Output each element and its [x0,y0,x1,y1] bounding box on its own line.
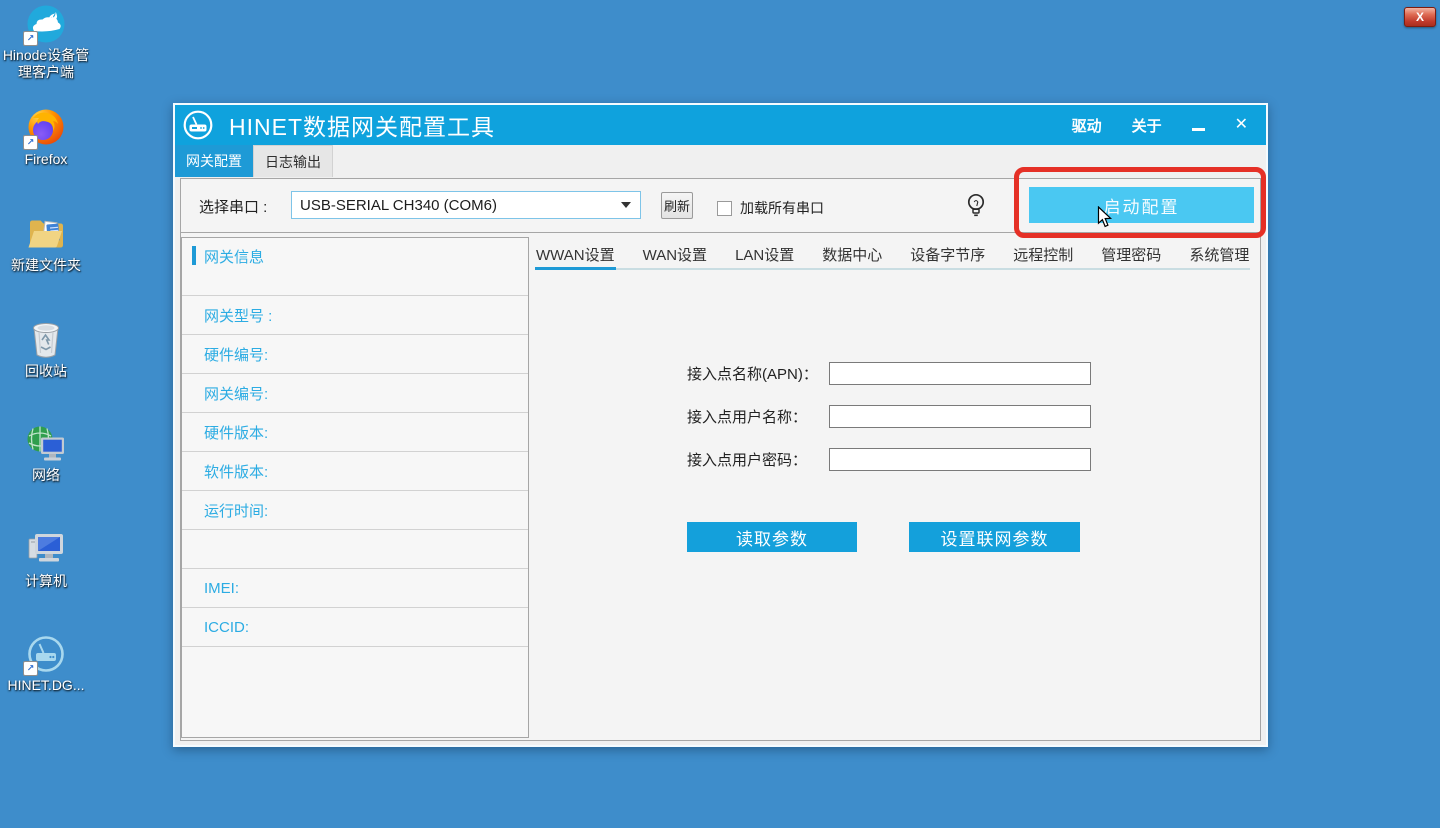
shortcut-arrow-icon: ↗ [23,135,38,150]
config-pane: WWAN设置 WAN设置 LAN设置 数据中心 设备字节序 远程控制 管理密码 … [533,232,1258,740]
chevron-down-icon [621,202,631,208]
info-row-model: 网关型号 : [182,296,528,335]
tab-system-management[interactable]: 系统管理 [1188,244,1250,268]
desktop-icon-label: HINET.DG... [0,677,92,694]
desktop-icon-recycle-bin[interactable]: 回收站 [0,320,92,380]
desktop-icon-firefox[interactable]: ↗ Firefox [0,108,92,168]
content-box: 选择串口 : USB-SERIAL CH340 (COM6) 刷新 加载所有串口… [180,178,1261,741]
folder-icon [26,214,66,254]
apn-username-label: 接入点用户名称： [687,406,829,427]
computer-icon [26,530,66,570]
serial-port-select[interactable]: USB-SERIAL CH340 (COM6) [291,191,641,219]
tab-wwan[interactable]: WWAN设置 [535,244,616,270]
serial-port-value: USB-SERIAL CH340 (COM6) [292,197,621,214]
shortcut-arrow-icon: ↗ [23,31,38,46]
apn-password-input[interactable] [829,448,1091,471]
recycle-bin-icon [26,320,66,360]
desktop-icon-hinode-client[interactable]: ↗ Hinode设备管理客户端 [0,4,92,81]
main-tab-bar: 网关配置 日志输出 [175,145,1266,177]
info-row-hw-version: 硬件版本: [182,413,528,452]
tab-data-center[interactable]: 数据中心 [821,244,883,268]
start-config-button[interactable]: 启动配置 [1029,187,1254,223]
desktop-icon-label: Firefox [0,151,92,168]
info-row-uptime: 运行时间: [182,491,528,530]
shortcut-arrow-icon: ↗ [23,661,38,676]
load-all-checkbox[interactable] [717,201,732,216]
tab-gateway-config[interactable]: 网关配置 [175,145,253,177]
desktop-icon-computer[interactable]: 计算机 [0,530,92,590]
body-area: 网关信息 网关型号 : 硬件编号: 网关编号: 硬件版本: 软件版本: 运行时间… [181,232,1260,740]
titlebar: HINET数据网关配置工具 驱动 关于 ✕ [175,105,1266,145]
apn-password-label: 接入点用户密码： [687,449,829,470]
hinet-dg-icon: ↗ [26,634,66,674]
read-params-button[interactable]: 读取参数 [687,522,857,552]
load-all-ports-option[interactable]: 加载所有串口 [717,198,824,218]
info-row-hw-number: 硬件编号: [182,335,528,374]
wwan-form: 接入点名称(APN)： 接入点用户名称： 接入点用户密码： [533,362,1091,491]
refresh-button[interactable]: 刷新 [661,192,693,219]
hinode-client-icon: ↗ [26,4,66,44]
load-all-label: 加载所有串口 [740,198,824,218]
info-panel-header: 网关信息 [182,238,528,296]
desktop-icon-network[interactable]: 网络 [0,424,92,484]
apn-username-input[interactable] [829,405,1091,428]
info-row-sw-version: 软件版本: [182,452,528,491]
tab-remote-control[interactable]: 远程控制 [1012,244,1074,268]
desktop-icon-new-folder[interactable]: 新建文件夹 [0,214,92,274]
tab-log-output[interactable]: 日志输出 [253,145,333,177]
set-network-params-button[interactable]: 设置联网参数 [909,522,1080,552]
accent-bar [192,246,196,265]
apn-input[interactable] [829,362,1091,385]
desktop-icon-label: 计算机 [0,573,92,590]
window-title: HINET数据网关配置工具 [229,108,495,142]
info-row-empty [182,530,528,569]
apn-label: 接入点名称(APN)： [687,363,829,384]
close-icon[interactable]: ✕ [1235,117,1248,133]
about-menu[interactable]: 关于 [1132,115,1162,136]
screen-close-label: X [1416,10,1424,24]
tab-wan[interactable]: WAN设置 [642,244,708,268]
tab-admin-password[interactable]: 管理密码 [1100,244,1162,268]
info-row-imei: IMEI: [182,569,528,608]
app-router-icon [183,110,213,140]
gateway-info-panel: 网关信息 网关型号 : 硬件编号: 网关编号: 硬件版本: 软件版本: 运行时间… [181,237,529,738]
lightbulb-icon[interactable] [965,192,987,220]
screen-close-button[interactable]: X [1404,7,1436,27]
firefox-icon: ↗ [26,108,66,148]
tab-lan[interactable]: LAN设置 [734,244,795,268]
app-window: HINET数据网关配置工具 驱动 关于 ✕ 网关配置 日志输出 选择串口 : U… [173,103,1268,747]
serial-port-label: 选择串口 : [199,196,267,217]
desktop-icon-hinet-dg[interactable]: ↗ HINET.DG... [0,634,92,694]
desktop-icon-label: 新建文件夹 [0,257,92,274]
info-row-iccid: ICCID: [182,608,528,647]
desktop-icon-label: 网络 [0,467,92,484]
desktop-icon-label: 回收站 [0,363,92,380]
config-tab-bar: WWAN设置 WAN设置 LAN设置 数据中心 设备字节序 远程控制 管理密码 … [535,244,1250,270]
minimize-icon[interactable] [1192,128,1205,131]
desktop-icon-label: Hinode设备管理客户端 [0,47,92,81]
serial-row: 选择串口 : USB-SERIAL CH340 (COM6) 刷新 加载所有串口… [181,179,1260,233]
driver-menu[interactable]: 驱动 [1072,115,1102,136]
network-icon [25,424,67,464]
tab-byte-order[interactable]: 设备字节序 [909,244,986,268]
desktop: { "desktop": { "icons": [ {"name": "hino… [0,0,1440,828]
info-row-gw-number: 网关编号: [182,374,528,413]
